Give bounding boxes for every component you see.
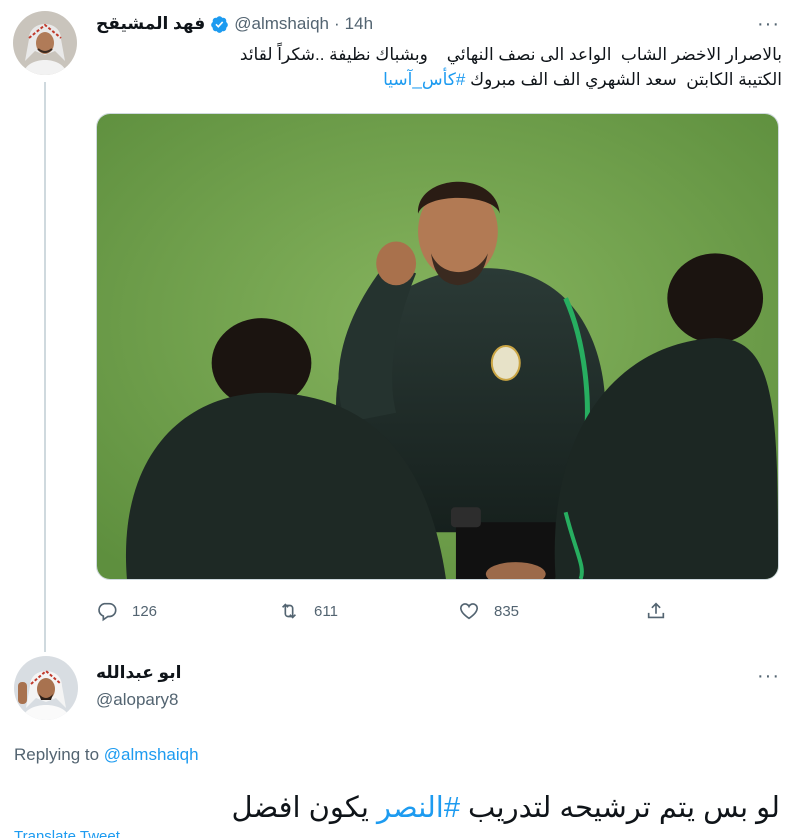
tweet1-separator-dot: · xyxy=(333,14,340,33)
heart-icon xyxy=(459,603,479,620)
tweet1-text-line-1: بالاصرار الاخضر الشاب الواعد الى نصف الن… xyxy=(239,45,782,64)
replying-to-label: Replying to xyxy=(14,745,100,764)
tweet1-photo[interactable] xyxy=(96,113,779,580)
tweet1-display-name[interactable]: فهد المشيقح xyxy=(96,14,205,34)
tweet1-more-button[interactable]: ··· xyxy=(757,14,780,34)
retweet-button[interactable]: 611 xyxy=(278,596,338,626)
tweet2-avatar[interactable] xyxy=(14,656,78,720)
tweet1-text-line-2-body: الكتيبة الكابتن سعد الشهري الف الف مبروك xyxy=(470,70,782,89)
reply-count: 126 xyxy=(132,602,158,620)
thread-connector-line xyxy=(44,82,46,652)
tweet2-hashtag-link[interactable]: #النصر xyxy=(377,792,460,824)
retweet-icon xyxy=(281,603,297,619)
replying-to-mention-link[interactable]: @almshaiqh xyxy=(104,745,199,764)
tweet1-timestamp[interactable]: 14h xyxy=(345,14,373,34)
tweet1-handle[interactable]: @almshaiqh xyxy=(234,14,329,34)
tweet2-text: لو بس يتم ترشيحه لتدريب #النصر يكون افضل xyxy=(120,788,780,828)
tweet2-more-button[interactable]: ··· xyxy=(757,666,780,686)
tweet1-avatar[interactable] xyxy=(13,11,77,75)
tweet1-text-line-2: الكتيبة الكابتن سعد الشهري الف الف مبروك… xyxy=(96,67,782,92)
tweet2-text-before: لو بس يتم ترشيحه لتدريب xyxy=(459,792,780,824)
share-icon xyxy=(647,602,665,619)
translate-tweet-link[interactable]: Translate Tweet xyxy=(14,828,120,838)
reply-icon xyxy=(98,602,117,622)
tweet2-display-name[interactable]: ابو عبدالله xyxy=(96,663,296,683)
tweet2-display-name-text: ابو عبدالله xyxy=(96,663,182,682)
verified-badge-icon xyxy=(210,15,229,34)
tweet2-text-after: يكون افضل xyxy=(231,792,378,824)
tweet1-header: فهد المشيقح @almshaiqh · 14h xyxy=(96,10,786,38)
like-count: 835 xyxy=(494,602,520,620)
tweet2-handle[interactable]: @alopary8 xyxy=(96,690,178,710)
share-button[interactable] xyxy=(645,596,667,626)
tweet1-text: بالاصرار الاخضر الشاب الواعد الى نصف الن… xyxy=(96,42,782,92)
retweet-count: 611 xyxy=(314,602,338,620)
tweet1-hashtag-link[interactable]: #كأس_آسيا xyxy=(383,70,465,89)
replying-to-line: Replying to @almshaiqh xyxy=(14,745,199,765)
like-button[interactable]: 835 xyxy=(458,596,519,626)
reply-button[interactable]: 126 xyxy=(96,596,157,626)
